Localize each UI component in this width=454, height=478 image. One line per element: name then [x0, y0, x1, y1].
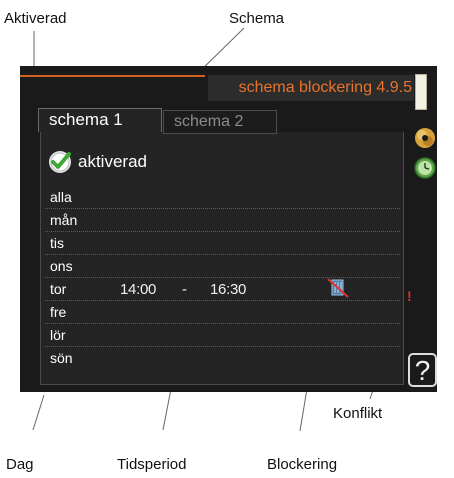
callout-blockering: Blockering	[267, 456, 338, 473]
time-separator: -	[182, 281, 187, 298]
tab-schema-2[interactable]: schema 2	[163, 110, 277, 134]
day-row-alla[interactable]: alla	[45, 186, 400, 209]
day-row-lor[interactable]: lör	[45, 324, 400, 347]
callout-tidsperiod: Tidsperiod	[117, 456, 187, 473]
day-row-ons[interactable]: ons	[45, 255, 400, 278]
activated-label: aktiverad	[78, 152, 147, 171]
title-accent-line	[20, 75, 205, 77]
callout-dag: Dag	[6, 456, 34, 473]
day-label: tor	[50, 281, 67, 297]
tools-icon[interactable]	[413, 126, 437, 150]
day-label: mån	[50, 212, 78, 228]
day-row-fre[interactable]: fre	[45, 301, 400, 324]
help-button[interactable]: ?	[408, 353, 437, 387]
device-screen: schema blockering 4.9.5 schema 1 schema …	[20, 66, 437, 392]
day-label: alla	[50, 189, 72, 205]
day-label: ons	[50, 258, 73, 274]
scroll-position-bar	[415, 74, 427, 110]
day-row-tor[interactable]: tor 14:00 - 16:30	[45, 278, 400, 301]
tab-schema-1[interactable]: schema 1	[38, 108, 162, 132]
day-row-tis[interactable]: tis	[45, 232, 400, 255]
day-label: tis	[50, 235, 64, 251]
callout-konflikt: Konflikt	[333, 405, 383, 422]
day-label: fre	[50, 304, 67, 320]
callout-schema: Schema	[229, 10, 285, 27]
check-icon	[49, 151, 71, 173]
callout-aktiverad: Aktiverad	[4, 10, 67, 27]
clock-icon[interactable]	[413, 156, 437, 180]
day-row-man[interactable]: mån	[45, 209, 400, 232]
heating-blocked-icon	[327, 278, 349, 298]
day-label: lör	[50, 327, 66, 343]
start-time: 14:00	[120, 281, 157, 298]
day-label: sön	[50, 350, 73, 366]
day-row-son[interactable]: sön	[45, 347, 400, 369]
screen-title: schema blockering 4.9.5	[208, 75, 414, 101]
end-time: 16:30	[210, 281, 247, 298]
conflict-indicator: !	[407, 288, 412, 304]
